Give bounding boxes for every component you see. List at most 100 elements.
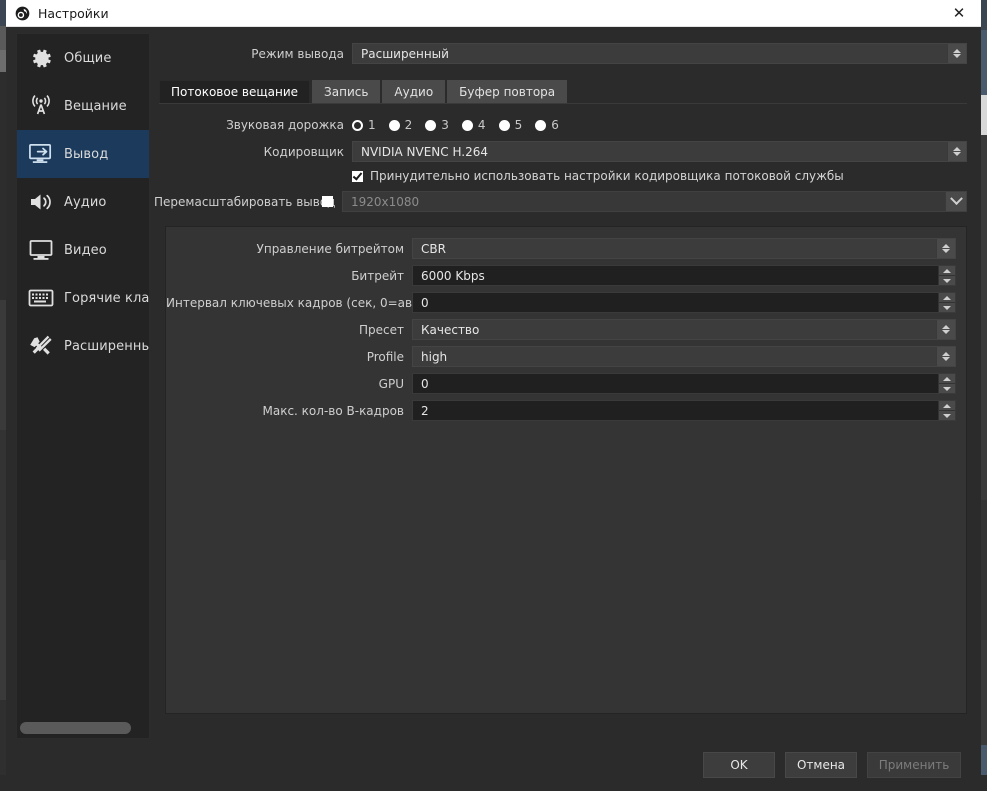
gpu-value: 0: [421, 376, 429, 391]
keyframe-interval-stepper[interactable]: [938, 293, 955, 312]
audio-track-option-2[interactable]: 2: [388, 118, 412, 132]
sidebar-item-audio[interactable]: Аудио: [17, 178, 149, 226]
profile-spinner-icon[interactable]: [936, 347, 955, 366]
sidebar-item-hotkeys[interactable]: Горячие клавиш: [17, 274, 149, 322]
audio-track-option-5[interactable]: 5: [498, 118, 522, 132]
keyframe-interval-value: 0: [421, 295, 429, 310]
sidebar-item-broadcast[interactable]: Вещание: [17, 82, 149, 130]
chevron-down-icon: [949, 192, 963, 206]
encoder-row: Кодировщик NVIDIA NVENC H.264: [154, 141, 967, 162]
obs-logo-icon: [14, 5, 30, 21]
chevron-down-icon: [953, 54, 961, 58]
stepper-up-icon[interactable]: [938, 374, 955, 384]
sidebar-horizontal-scrollbar[interactable]: [20, 722, 146, 734]
title-bar: Настройки ✕: [6, 0, 981, 27]
max-bframes-value: 2: [421, 403, 429, 418]
profile-label: Profile: [366, 349, 404, 364]
monitor-arrow-icon: [26, 140, 56, 168]
tab-streaming[interactable]: Потоковое вещание: [159, 80, 311, 103]
keyframe-interval-label: Интервал ключевых кадров (сек, 0=авто): [166, 295, 432, 310]
radio-label: 4: [477, 118, 486, 132]
preset-spinner-icon[interactable]: [936, 320, 955, 339]
bitrate-stepper[interactable]: [938, 266, 955, 285]
chevron-down-icon: [943, 386, 951, 391]
radio-icon: [461, 119, 473, 131]
checkbox-icon[interactable]: [352, 170, 363, 182]
stepper-down-icon[interactable]: [938, 276, 955, 285]
max-bframes-label: Макс. кол-во B-кадров: [262, 403, 405, 418]
ok-button[interactable]: OK: [703, 752, 775, 778]
apply-button[interactable]: Применить: [867, 752, 961, 778]
audio-track-option-1[interactable]: 1: [352, 118, 376, 132]
stepper-down-icon[interactable]: [938, 384, 955, 393]
stepper-up-icon[interactable]: [938, 293, 955, 303]
checkbox-icon[interactable]: [322, 196, 333, 207]
rate-control-spinner-icon[interactable]: [936, 239, 955, 258]
sidebar-item-label: Общие: [64, 50, 112, 66]
rescale-output-label: Перемасштабировать вывод: [154, 194, 336, 209]
chevron-up-icon: [943, 268, 951, 273]
encoder-select[interactable]: NVIDIA NVENC H.264: [352, 141, 967, 162]
chevron-up-icon: [943, 403, 951, 408]
rescale-dropdown-icon[interactable]: [945, 192, 966, 211]
gear-icon: [26, 44, 56, 72]
sidebar-item-label: Расширенные: [64, 338, 149, 354]
tab-recording[interactable]: Запись: [312, 80, 381, 103]
output-mode-select[interactable]: Расширенный: [352, 43, 967, 64]
chevron-up-icon: [943, 295, 951, 300]
chevron-down-icon: [953, 152, 961, 156]
bitrate-input[interactable]: 6000 Kbps: [412, 265, 956, 286]
audio-track-radio-group: 1 2 3 4 5 6: [352, 118, 572, 132]
sidebar-item-video[interactable]: Видео: [17, 226, 149, 274]
rate-control-select[interactable]: CBR: [412, 238, 956, 259]
display-icon: [26, 236, 56, 264]
encoder-spinner-icon[interactable]: [947, 142, 966, 161]
max-bframes-input[interactable]: 2: [412, 400, 956, 421]
close-icon[interactable]: ✕: [937, 0, 981, 26]
sidebar-item-advanced[interactable]: Расширенные: [17, 322, 149, 370]
chevron-up-icon: [953, 49, 961, 53]
audio-track-option-4[interactable]: 4: [461, 118, 486, 132]
radio-icon: [388, 119, 400, 131]
sidebar-item-output[interactable]: Вывод: [17, 130, 149, 178]
stepper-down-icon[interactable]: [938, 411, 955, 420]
enforce-service-settings-row[interactable]: Принудительно использовать настройки код…: [352, 169, 967, 183]
broadcast-tower-icon: [26, 92, 56, 120]
keyboard-icon: [26, 284, 56, 312]
tab-audio[interactable]: Аудио: [382, 80, 446, 103]
audio-track-option-3[interactable]: 3: [425, 118, 449, 132]
gpu-row: GPU 0: [166, 373, 956, 394]
scrollbar-thumb[interactable]: [20, 722, 131, 734]
gpu-label: GPU: [378, 376, 404, 391]
preset-row: Пресет Качество: [166, 319, 956, 340]
profile-select[interactable]: high: [412, 346, 956, 367]
stepper-down-icon[interactable]: [938, 303, 955, 312]
rescale-output-select[interactable]: 1920x1080: [342, 191, 967, 212]
audio-track-option-6[interactable]: 6: [535, 118, 559, 132]
bitrate-row: Битрейт 6000 Kbps: [166, 265, 956, 286]
audio-track-label: Звуковая дорожка: [226, 118, 344, 132]
sidebar-item-general[interactable]: Общие: [17, 34, 149, 82]
preset-select[interactable]: Качество: [412, 319, 956, 340]
bitrate-label: Битрейт: [351, 268, 404, 283]
radio-icon: [498, 119, 510, 131]
chevron-up-icon: [942, 244, 950, 248]
tab-replay-buffer[interactable]: Буфер повтора: [447, 80, 568, 103]
cancel-button[interactable]: Отмена: [785, 752, 857, 778]
rate-control-label: Управление битрейтом: [256, 241, 404, 256]
chevron-down-icon: [942, 357, 950, 361]
settings-sidebar: Общие Вещание Вывод Аудио Видео Горячие …: [16, 33, 150, 739]
sidebar-item-label: Аудио: [64, 194, 107, 210]
keyframe-interval-input[interactable]: 0: [412, 292, 956, 313]
tools-icon: [26, 332, 56, 360]
max-bframes-stepper[interactable]: [938, 401, 955, 420]
encoder-value: NVIDIA NVENC H.264: [361, 144, 488, 159]
sidebar-item-label: Вещание: [64, 98, 127, 114]
gpu-input[interactable]: 0: [412, 373, 956, 394]
stepper-up-icon[interactable]: [938, 266, 955, 276]
chevron-down-icon: [943, 278, 951, 283]
max-bframes-row: Макс. кол-во B-кадров 2: [166, 400, 956, 421]
output-mode-spinner-icon[interactable]: [947, 44, 966, 63]
gpu-stepper[interactable]: [938, 374, 955, 393]
stepper-up-icon[interactable]: [938, 401, 955, 411]
